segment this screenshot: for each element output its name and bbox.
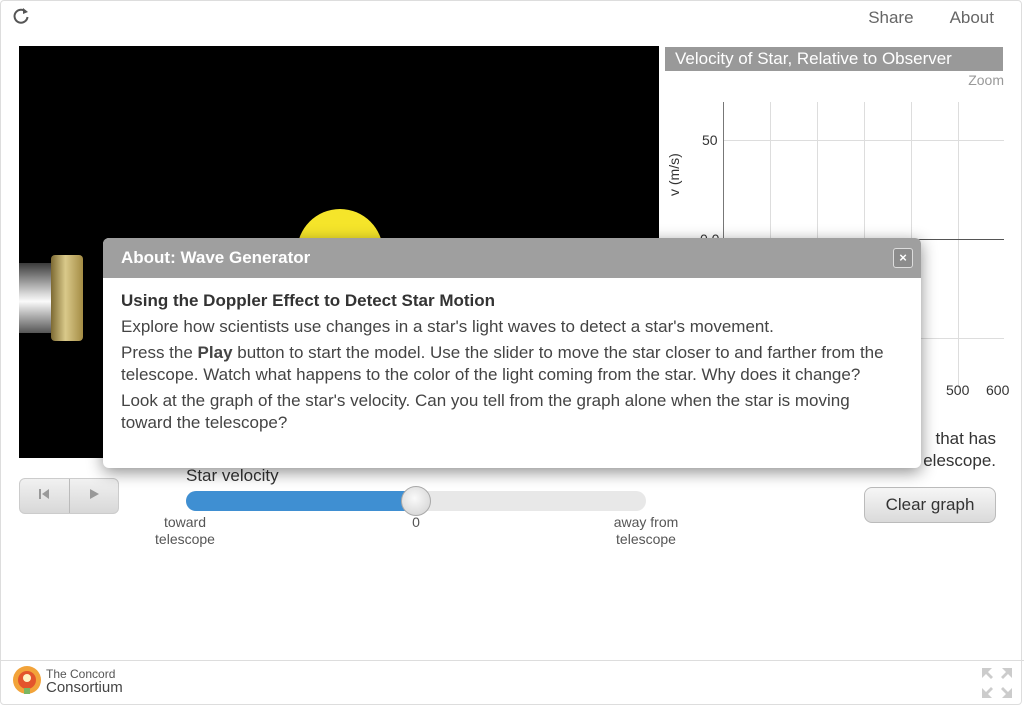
logo-text-line: Consortium bbox=[46, 679, 123, 696]
slider-center-label: 0 bbox=[412, 514, 420, 530]
dialog-header: About: Wave Generator × bbox=[103, 238, 921, 278]
slider-min-label: toward telescope bbox=[152, 514, 218, 548]
play-icon bbox=[87, 487, 101, 506]
readout-line: elescope. bbox=[923, 451, 996, 470]
skip-back-icon bbox=[37, 487, 51, 506]
grid-line bbox=[958, 102, 959, 388]
reload-icon[interactable] bbox=[12, 7, 30, 25]
dialog-paragraph: Press the Play button to start the model… bbox=[121, 342, 903, 386]
telescope-lens-ring bbox=[51, 255, 83, 341]
playback-controls bbox=[19, 478, 119, 514]
about-link[interactable]: About bbox=[950, 8, 994, 28]
x-tick-label: 600 bbox=[986, 382, 1010, 398]
x-tick-label: 500 bbox=[946, 382, 970, 398]
slider-handle[interactable] bbox=[401, 486, 431, 516]
dialog-body: Using the Doppler Effect to Detect Star … bbox=[103, 278, 921, 434]
dialog-paragraph: Look at the graph of the star's velocity… bbox=[121, 391, 850, 432]
share-link[interactable]: Share bbox=[868, 8, 913, 28]
dialog-title: About: Wave Generator bbox=[121, 248, 311, 267]
clear-graph-button[interactable]: Clear graph bbox=[864, 487, 996, 523]
grid-line bbox=[724, 140, 1004, 141]
dialog-text: button to start the model. Use the slide… bbox=[121, 343, 884, 384]
close-icon[interactable]: × bbox=[893, 248, 913, 268]
slider-max-label-line: telescope bbox=[616, 531, 676, 547]
concord-logo[interactable]: The Concord Consortium bbox=[10, 664, 123, 698]
slider-max-label-line: away from bbox=[613, 514, 679, 530]
slider-fill bbox=[186, 491, 416, 511]
star-velocity-slider[interactable] bbox=[186, 486, 646, 516]
about-dialog: About: Wave Generator × Using the Dopple… bbox=[103, 238, 921, 468]
y-tick-label: 50 bbox=[702, 132, 718, 148]
dialog-heading: Using the Doppler Effect to Detect Star … bbox=[121, 291, 496, 310]
dialog-paragraph: Explore how scientists use changes in a … bbox=[121, 317, 774, 336]
readout-line: that has bbox=[935, 429, 997, 448]
dialog-text: Press the bbox=[121, 343, 198, 362]
reset-button[interactable] bbox=[20, 479, 69, 513]
graph-readout-text: that has elescope. bbox=[923, 428, 996, 472]
concord-logo-icon bbox=[10, 664, 44, 698]
dialog-text-bold: Play bbox=[197, 343, 233, 362]
footer-divider bbox=[0, 660, 1024, 661]
zoom-link[interactable]: Zoom bbox=[968, 72, 1004, 88]
y-axis-label: v (m/s) bbox=[666, 153, 682, 196]
fullscreen-icon[interactable] bbox=[980, 666, 1014, 700]
slider-min-label-line: toward bbox=[163, 514, 207, 530]
telescope-tube bbox=[19, 263, 53, 333]
slider-label: Star velocity bbox=[186, 466, 279, 485]
top-nav: Share About bbox=[868, 8, 994, 28]
slider-min-label-line: telescope bbox=[155, 531, 215, 547]
play-button[interactable] bbox=[68, 479, 119, 513]
logo-text: The Concord Consortium bbox=[46, 668, 123, 696]
slider-max-label: away from telescope bbox=[608, 514, 684, 548]
graph-title: Velocity of Star, Relative to Observer bbox=[665, 47, 1003, 71]
